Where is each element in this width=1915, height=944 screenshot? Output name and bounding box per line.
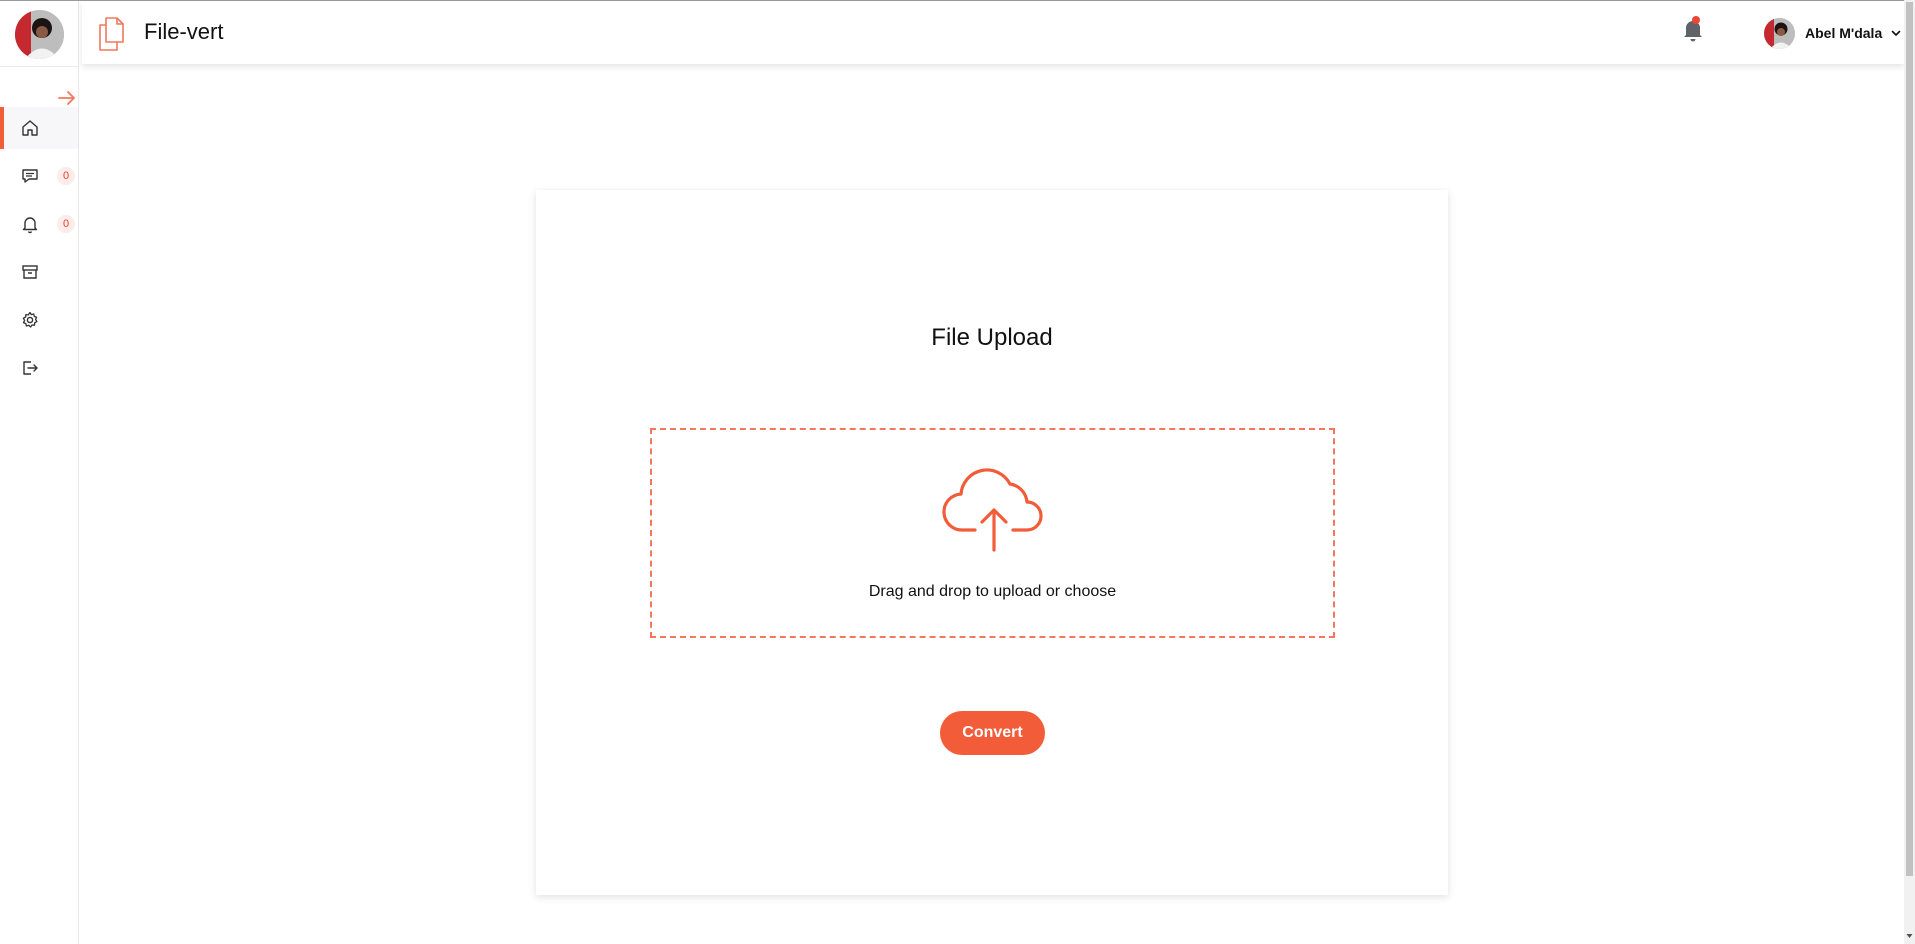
messages-count-badge: 0 — [57, 167, 75, 185]
sidebar-item-home[interactable] — [0, 107, 78, 149]
archive-icon — [22, 265, 38, 279]
bell-icon — [22, 217, 38, 234]
sidebar-item-settings[interactable] — [0, 299, 78, 341]
user-name: Abel M'dala — [1805, 25, 1883, 41]
page-scrollbar[interactable] — [1904, 0, 1915, 944]
chevron-down-icon — [1891, 30, 1901, 36]
avatar-portrait-icon — [15, 10, 64, 59]
chat-icon — [22, 169, 38, 183]
sidebar-avatar[interactable] — [15, 10, 64, 59]
sidebar-item-messages[interactable]: 0 — [0, 155, 78, 197]
scroll-down-arrow-icon[interactable] — [1906, 932, 1913, 940]
file-copy-logo-icon — [99, 17, 124, 51]
logout-icon — [23, 361, 38, 375]
file-drop-zone[interactable]: Drag and drop to upload or choose — [650, 428, 1335, 638]
notifications-count-badge: 0 — [57, 215, 75, 233]
top-header: File-vert Abel M'dala — [82, 1, 1904, 64]
drop-zone-instructions: Drag and drop to upload or choose — [868, 583, 1117, 600]
app-title: File-vert — [144, 19, 224, 44]
arrow-right-icon — [58, 91, 75, 105]
upload-title: File Upload — [931, 324, 1053, 351]
avatar-portrait-icon — [1764, 17, 1795, 49]
sidebar-item-notifications[interactable]: 0 — [0, 203, 78, 245]
home-icon — [22, 120, 38, 136]
convert-button[interactable]: Convert — [940, 711, 1045, 755]
notification-indicator-dot — [1692, 16, 1700, 24]
cloud-upload-icon — [942, 468, 1043, 552]
user-avatar — [1764, 17, 1795, 49]
sidebar: 0 0 — [0, 1, 79, 944]
sidebar-item-archive[interactable] — [0, 251, 78, 293]
gear-icon — [22, 311, 38, 328]
scrollbar-thumb[interactable] — [1906, 2, 1913, 876]
user-menu[interactable]: Abel M'dala — [1764, 17, 1902, 49]
sidebar-item-logout[interactable] — [0, 347, 78, 389]
sidebar-collapse-button[interactable] — [56, 87, 78, 109]
file-upload-card: File Upload Drag and drop to upload or c… — [536, 190, 1448, 895]
sidebar-divider — [0, 66, 79, 67]
